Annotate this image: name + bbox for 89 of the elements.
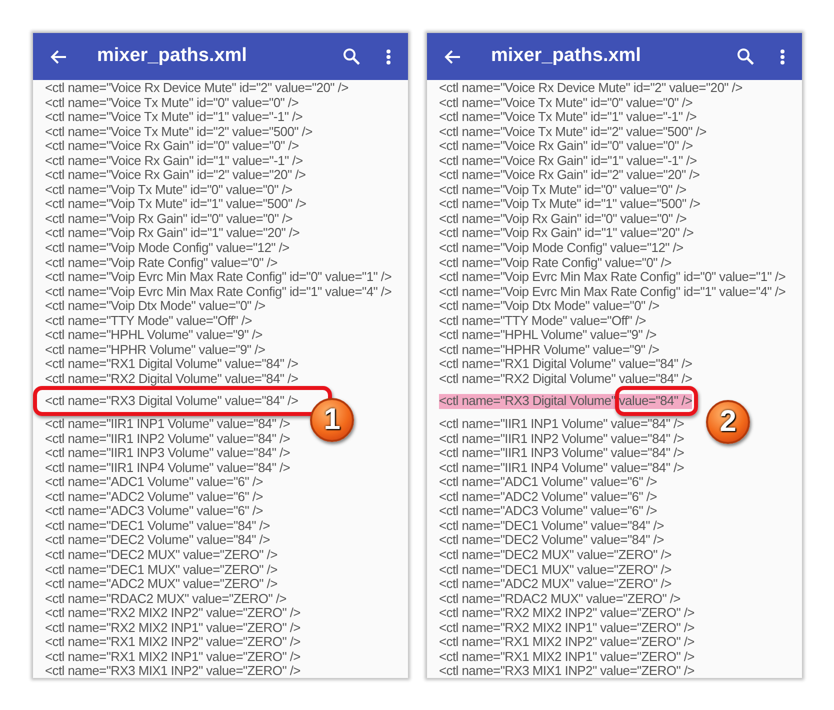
- xml-line[interactable]: <ctl name="Voice Rx Device Mute" id="2" value="20" />: [45, 81, 348, 96]
- xml-line[interactable]: <ctl name="IIR1 INP1 Volume" value="84" />: [439, 417, 684, 432]
- xml-line[interactable]: <ctl name="DEC1 Volume" value="84" />: [45, 518, 270, 534]
- xml-line[interactable]: <ctl name="HPHL Volume" value="9" />: [439, 328, 656, 343]
- callout-badge: 2: [706, 400, 750, 444]
- xml-line[interactable]: <ctl name="DEC1 MUX" value="ZERO" />: [439, 562, 672, 578]
- xml-line[interactable]: <ctl name="RX2 MIX2 INP2" value="ZERO" />: [45, 606, 300, 621]
- xml-line[interactable]: <ctl name="ADC3 Volume" value="6" />: [439, 504, 657, 519]
- window-title: mixer_paths.xml: [491, 44, 642, 68]
- xml-line[interactable]: <ctl name="ADC2 MUX" value="ZERO" />: [45, 577, 278, 592]
- xml-line[interactable]: <ctl name="Voip Tx Mute" id="1" value="500" />: [45, 197, 306, 212]
- xml-line[interactable]: <ctl name="IIR1 INP4 Volume" value="84" />: [439, 460, 684, 476]
- xml-line[interactable]: <ctl name="Voice Tx Mute" id="0" value="0" />: [439, 96, 693, 110]
- xml-line[interactable]: <ctl name="Voip Dtx Mode" value="0" />: [439, 299, 660, 314]
- xml-line[interactable]: <ctl name="Voip Mode Config" value="12" />: [45, 241, 290, 256]
- xml-line[interactable]: <ctl name="HPHR Volume" value="9" />: [439, 342, 660, 358]
- search-icon[interactable]: [737, 48, 754, 65]
- more-icon[interactable]: [780, 48, 785, 64]
- xml-line[interactable]: <ctl name="Voip Tx Mute" id="1" value="500" />: [439, 197, 700, 212]
- xml-line[interactable]: <ctl name="RX2 MIX2 INP1" value="ZERO" />: [45, 620, 300, 636]
- xml-line[interactable]: <ctl name="Voice Tx Mute" id="2" value="500" />: [439, 124, 706, 140]
- xml-line[interactable]: <ctl name="IIR1 INP2 Volume" value="84" />: [45, 432, 290, 446]
- xml-line[interactable]: <ctl name="Voip Rx Gain" id="0" value="0" />: [45, 212, 293, 226]
- callout-badge: 1: [310, 398, 354, 442]
- xml-line[interactable]: <ctl name="DEC1 MUX" value="ZERO" />: [45, 562, 278, 578]
- xml-line[interactable]: <ctl name="Voip Tx Mute" id="0" value="0" />: [439, 182, 686, 198]
- xml-line[interactable]: <ctl name="RDAC2 MUX" value="ZERO" />: [45, 592, 286, 606]
- xml-line[interactable]: <ctl name="Voip Evrc Min Max Rate Config" id="1" value="4" />: [439, 284, 786, 300]
- xml-line[interactable]: <ctl name="Voip Rx Gain" id="0" value="0" />: [439, 212, 687, 226]
- xml-line[interactable]: <ctl name="HPHL Volume" value="9" />: [45, 328, 262, 343]
- xml-line[interactable]: <ctl name="ADC2 Volume" value="6" />: [45, 490, 263, 504]
- xml-line[interactable]: <ctl name="Voice Rx Gain" id="0" value="0" />: [45, 139, 299, 154]
- search-icon[interactable]: [343, 48, 360, 65]
- back-icon[interactable]: [444, 50, 461, 64]
- xml-line[interactable]: <ctl name="Voip Evrc Min Max Rate Config" id="0" value="1" />: [439, 270, 786, 285]
- xml-line[interactable]: <ctl name="Voice Rx Gain" id="2" value="20" />: [45, 168, 306, 183]
- xml-line[interactable]: <ctl name="Voice Tx Mute" id="0" value="0" />: [45, 96, 299, 110]
- xml-line[interactable]: <ctl name="RX2 Digital Volume" value="84" />: [45, 372, 298, 386]
- xml-line[interactable]: <ctl name="Voice Tx Mute" id="1" value="-1" />: [45, 110, 303, 125]
- xml-line[interactable]: <ctl name="Voip Tx Mute" id="0" value="0" />: [45, 182, 292, 198]
- xml-line[interactable]: <ctl name="RX1 Digital Volume" value="84" />: [45, 357, 298, 372]
- xml-line[interactable]: <ctl name="ADC2 MUX" value="ZERO" />: [439, 577, 672, 592]
- xml-line[interactable]: <ctl name="ADC3 Volume" value="6" />: [45, 504, 263, 519]
- xml-line[interactable]: <ctl name="RX2 MIX2 INP1" value="ZERO" />: [439, 620, 694, 636]
- xml-line[interactable]: <ctl name="ADC1 Volume" value="6" />: [45, 475, 263, 490]
- xml-line[interactable]: <ctl name="Voice Rx Gain" id="2" value="20" />: [439, 168, 700, 183]
- xml-line[interactable]: <ctl name="Voip Rate Config" value="0" />: [45, 256, 278, 270]
- xml-line[interactable]: <ctl name="Voice Rx Gain" id="1" value="-1" />: [439, 154, 697, 168]
- xml-line[interactable]: <ctl name="Voice Tx Mute" id="1" value="-1" />: [439, 110, 697, 125]
- xml-line[interactable]: <ctl name="RX2 Digital Volume" value="84" />: [439, 372, 692, 386]
- more-icon[interactable]: [386, 48, 391, 64]
- xml-line[interactable]: <ctl name="RX1 MIX2 INP1" value="ZERO" />: [45, 650, 300, 664]
- xml-line[interactable]: <ctl name="Voice Rx Gain" id="0" value="0" />: [439, 139, 693, 154]
- window-title: mixer_paths.xml: [97, 44, 248, 68]
- xml-line[interactable]: <ctl name="Voip Rx Gain" id="1" value="20" />: [45, 226, 300, 242]
- xml-line[interactable]: <ctl name="RX1 MIX2 INP2" value="ZERO" />: [439, 635, 694, 650]
- xml-line[interactable]: <ctl name="RX3 MIX1 INP2" value="ZERO" />: [45, 664, 300, 678]
- xml-line[interactable]: <ctl name="ADC2 Volume" value="6" />: [439, 490, 657, 504]
- xml-line[interactable]: <ctl name="IIR1 INP3 Volume" value="84" />: [439, 446, 684, 461]
- xml-line[interactable]: <ctl name="RX3 Digital Volume" value="84" />: [45, 394, 298, 410]
- xml-line[interactable]: <ctl name="DEC2 Volume" value="84" />: [45, 533, 270, 548]
- xml-line[interactable]: <ctl name="Voip Evrc Min Max Rate Config" id="1" value="4" />: [45, 284, 392, 300]
- xml-line[interactable]: <ctl name="Voice Rx Gain" id="1" value="-1" />: [45, 154, 303, 168]
- xml-line[interactable]: <ctl name="IIR1 INP1 Volume" value="84" />: [45, 417, 290, 432]
- xml-line[interactable]: <ctl name="DEC2 MUX" value="ZERO" />: [45, 548, 278, 562]
- xml-line[interactable]: <ctl name="DEC2 Volume" value="84" />: [439, 533, 664, 548]
- xml-line[interactable]: <ctl name="HPHR Volume" value="9" />: [45, 342, 266, 358]
- back-icon[interactable]: [50, 50, 67, 64]
- xml-line[interactable]: <ctl name="RX1 MIX2 INP1" value="ZERO" />: [439, 650, 694, 664]
- xml-line[interactable]: <ctl name="RDAC2 MUX" value="ZERO" />: [439, 592, 680, 606]
- xml-line[interactable]: <ctl name="IIR1 INP3 Volume" value="84" />: [45, 446, 290, 461]
- xml-line[interactable]: <ctl name="RX2 MIX2 INP2" value="ZERO" />: [439, 606, 694, 621]
- xml-line[interactable]: <ctl name="RX3 MIX1 INP2" value="ZERO" />: [439, 664, 694, 678]
- xml-line[interactable]: <ctl name="Voip Rate Config" value="0" />: [439, 256, 672, 270]
- xml-line[interactable]: <ctl name="IIR1 INP2 Volume" value="84" />: [439, 432, 684, 446]
- xml-line[interactable]: <ctl name="IIR1 INP4 Volume" value="84" />: [45, 460, 290, 476]
- xml-line[interactable]: <ctl name="Voip Rx Gain" id="1" value="20" />: [439, 226, 694, 242]
- xml-line[interactable]: <ctl name="RX1 Digital Volume" value="84" />: [439, 357, 692, 372]
- xml-line[interactable]: <ctl name="Voip Mode Config" value="12" />: [439, 241, 684, 256]
- xml-line[interactable]: <ctl name="Voice Rx Device Mute" id="2" value="20" />: [439, 81, 742, 96]
- xml-line[interactable]: <ctl name="RX1 MIX2 INP2" value="ZERO" />: [45, 635, 300, 650]
- xml-line[interactable]: <ctl name="ADC1 Volume" value="6" />: [439, 475, 657, 490]
- xml-line[interactable]: <ctl name="TTY Mode" value="Off" />: [439, 314, 646, 328]
- xml-line[interactable]: <ctl name="DEC1 Volume" value="84" />: [439, 518, 664, 534]
- xml-line[interactable]: <ctl name="Voice Tx Mute" id="2" value="500" />: [45, 124, 312, 140]
- xml-line[interactable]: <ctl name="Voip Dtx Mode" value="0" />: [45, 299, 266, 314]
- xml-line[interactable]: <ctl name="Voip Evrc Min Max Rate Config" id="0" value="1" />: [45, 270, 392, 285]
- xml-line[interactable]: <ctl name="DEC2 MUX" value="ZERO" />: [439, 548, 672, 562]
- xml-line[interactable]: <ctl name="TTY Mode" value="Off" />: [45, 314, 252, 328]
